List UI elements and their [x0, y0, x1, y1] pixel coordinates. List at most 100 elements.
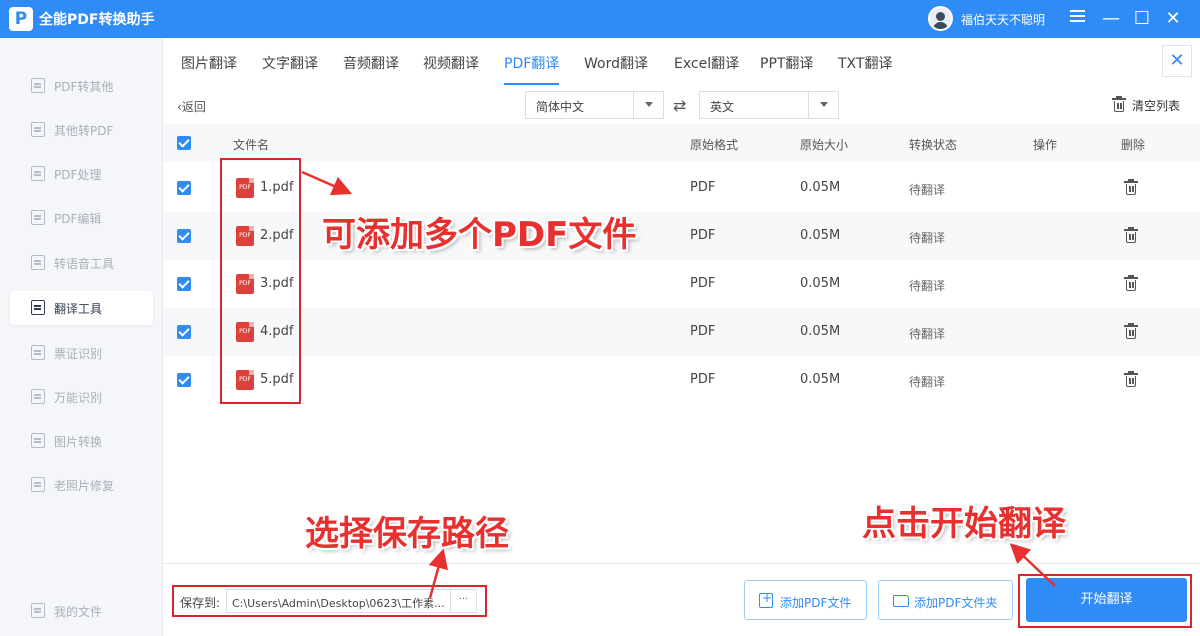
back-label: 返回 [181, 100, 206, 114]
row-checkbox[interactable] [177, 229, 191, 243]
header-delete: 删除 [1121, 138, 1146, 152]
pdf-process-icon [31, 166, 45, 181]
file-status: 待翻译 [909, 327, 946, 341]
row-checkbox[interactable] [177, 277, 191, 291]
user-avatar[interactable] [928, 6, 953, 31]
file-size: 0.05M [800, 276, 841, 291]
back-link[interactable]: ‹返回 [177, 98, 206, 115]
sidebar-item-label: 老照片修复 [54, 479, 115, 493]
universal-recognition-icon [31, 389, 45, 404]
annotation-click-start-text: 点击开始翻译 [862, 504, 1066, 544]
tab-txt-translate[interactable]: TXT翻译 [838, 53, 892, 73]
sidebar-item-other-to-pdf[interactable]: 其他转PDF [10, 113, 153, 147]
maximize-icon[interactable]: ☐ [1130, 7, 1154, 31]
menu-icon[interactable] [1065, 7, 1089, 31]
clear-list-button[interactable]: 清空列表 [1112, 96, 1181, 114]
table-row: PDF 1.pdf PDF 0.05M 待翻译 [163, 164, 1200, 212]
ticket-recognition-icon [31, 345, 45, 360]
minimize-icon[interactable]: — [1099, 7, 1123, 31]
file-size: 0.05M [800, 372, 841, 387]
file-format: PDF [690, 372, 716, 387]
delete-row-icon[interactable] [1124, 179, 1138, 195]
add-file-icon [759, 591, 773, 608]
table-row: PDF 2.pdf PDF 0.05M 待翻译 [163, 212, 1200, 260]
table-header: 文件名 原始格式 原始大小 转换状态 操作 删除 [163, 124, 1200, 162]
tab-bar: 图片翻译 文字翻译 音频翻译 视频翻译 PDF翻译 Word翻译 Excel翻译… [163, 38, 1200, 86]
delete-row-icon[interactable] [1124, 275, 1138, 291]
target-language-value: 英文 [710, 100, 735, 114]
title-bar: P 全能PDF转换助手 福伯天天不聪明 — ☐ ✕ [0, 0, 1200, 38]
sidebar-item-label: 转语音工具 [54, 257, 115, 271]
tab-excel-translate[interactable]: Excel翻译 [674, 53, 739, 73]
sidebar-item-label: 票证识别 [54, 347, 103, 361]
header-size: 原始大小 [800, 138, 849, 152]
app-logo-icon: P [9, 7, 33, 31]
active-tab-indicator [504, 83, 559, 85]
file-size: 0.05M [800, 180, 841, 195]
tab-image-translate[interactable]: 图片翻译 [181, 53, 237, 73]
delete-row-icon[interactable] [1124, 227, 1138, 243]
delete-row-icon[interactable] [1124, 323, 1138, 339]
swap-languages-icon[interactable]: ⇄ [673, 96, 686, 115]
annotation-box-files [220, 158, 301, 404]
file-status: 待翻译 [909, 279, 946, 293]
tab-word-translate[interactable]: Word翻译 [584, 53, 648, 73]
sidebar-item-speech-tools[interactable]: 转语音工具 [10, 246, 153, 280]
username[interactable]: 福伯天天不聪明 [961, 11, 1045, 28]
image-convert-icon [31, 433, 45, 448]
add-pdf-folder-label: 添加PDF文件夹 [914, 596, 998, 610]
table-row: PDF 5.pdf PDF 0.05M 待翻译 [163, 356, 1200, 404]
sidebar-item-pdf-edit[interactable]: PDF编辑 [10, 201, 153, 235]
table-row: PDF 3.pdf PDF 0.05M 待翻译 [163, 260, 1200, 308]
table-row: PDF 4.pdf PDF 0.05M 待翻译 [163, 308, 1200, 356]
header-format: 原始格式 [690, 138, 739, 152]
select-all-checkbox[interactable] [177, 136, 191, 150]
sidebar-item-ticket-recognition[interactable]: 票证识别 [10, 336, 153, 370]
tab-audio-translate[interactable]: 音频翻译 [343, 53, 399, 73]
clear-list-label: 清空列表 [1132, 99, 1181, 113]
source-language-select[interactable]: 简体中文 [525, 91, 664, 119]
sidebar-item-pdf-process[interactable]: PDF处理 [10, 157, 153, 191]
file-status: 待翻译 [909, 231, 946, 245]
sidebar-item-image-convert[interactable]: 图片转换 [10, 424, 153, 458]
delete-row-icon[interactable] [1124, 371, 1138, 387]
tab-text-translate[interactable]: 文字翻译 [262, 53, 318, 73]
close-icon[interactable]: ✕ [1161, 7, 1185, 31]
row-checkbox[interactable] [177, 325, 191, 339]
sidebar-item-label: 其他转PDF [54, 124, 114, 138]
panel-close-icon[interactable]: ✕ [1162, 45, 1192, 77]
sidebar-item-pdf-to-other[interactable]: PDF转其他 [10, 69, 153, 103]
annotation-add-files-text: 可添加多个PDF文件 [322, 215, 637, 255]
sidebar-item-label: PDF转其他 [54, 80, 114, 94]
sidebar-item-label: PDF处理 [54, 168, 102, 182]
sidebar-item-my-files[interactable]: 我的文件 [10, 594, 153, 628]
sidebar-item-label: 翻译工具 [54, 302, 103, 316]
file-size: 0.05M [800, 228, 841, 243]
file-size: 0.05M [800, 324, 841, 339]
sidebar-item-translate-tools[interactable]: 翻译工具 [10, 291, 153, 325]
header-action: 操作 [1033, 138, 1058, 152]
speech-tools-icon [31, 255, 45, 270]
add-pdf-folder-button[interactable]: 添加PDF文件夹 [878, 580, 1013, 620]
other-to-pdf-icon [31, 122, 45, 137]
row-checkbox[interactable] [177, 181, 191, 195]
tab-pdf-translate[interactable]: PDF翻译 [504, 53, 559, 73]
annotation-box-save-path [172, 585, 487, 617]
sidebar-item-label: 图片转换 [54, 435, 103, 449]
my-files-icon [31, 603, 45, 618]
target-language-select[interactable]: 英文 [699, 91, 839, 119]
add-pdf-file-label: 添加PDF文件 [780, 596, 852, 610]
row-checkbox[interactable] [177, 373, 191, 387]
tab-ppt-translate[interactable]: PPT翻译 [760, 53, 813, 73]
photo-restore-icon [31, 477, 45, 492]
sidebar-item-universal-recognition[interactable]: 万能识别 [10, 380, 153, 414]
pdf-to-other-icon [31, 78, 45, 93]
sidebar-item-photo-restore[interactable]: 老照片修复 [10, 468, 153, 502]
tab-video-translate[interactable]: 视频翻译 [423, 53, 479, 73]
file-format: PDF [690, 276, 716, 291]
header-filename: 文件名 [233, 138, 270, 152]
annotation-choose-path-text: 选择保存路径 [305, 514, 509, 554]
translate-tools-icon [31, 300, 45, 315]
source-language-value: 简体中文 [536, 100, 585, 114]
add-pdf-file-button[interactable]: 添加PDF文件 [744, 580, 867, 620]
